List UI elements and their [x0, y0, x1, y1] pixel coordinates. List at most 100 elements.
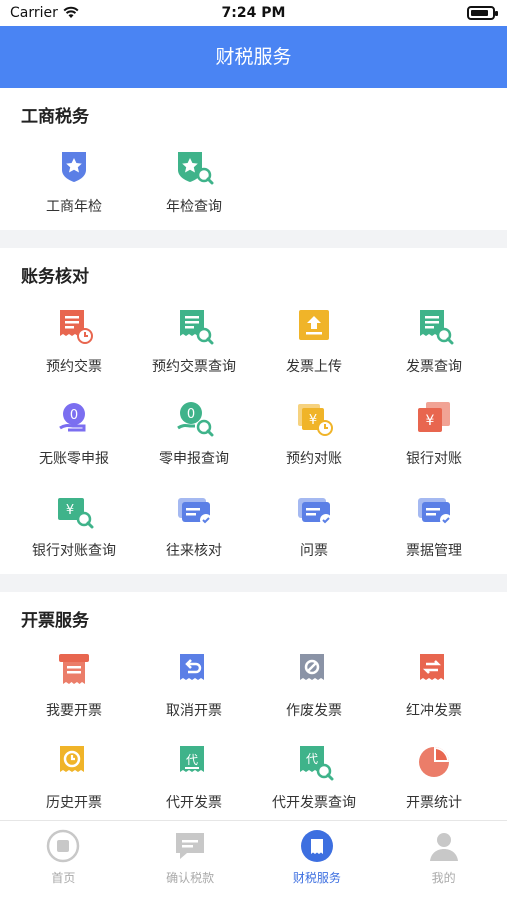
tab-service[interactable]: 财税服务	[254, 821, 381, 900]
user-icon	[427, 829, 461, 863]
service-grid: 工商年检 年检查询	[0, 138, 507, 230]
svg-text:¥: ¥	[426, 413, 435, 429]
service-label: 预约交票	[46, 359, 102, 375]
yen-clock-icon: ¥	[294, 398, 334, 438]
tab-label: 首页	[51, 871, 76, 885]
service-label: 零申报查询	[159, 451, 229, 467]
badge-star-search-icon	[174, 146, 214, 186]
tab-label: 财税服务	[292, 871, 341, 885]
section: 工商税务工商年检 年检查询	[0, 88, 507, 230]
service-label: 取消开票	[166, 703, 222, 719]
swap-receipt-icon	[414, 650, 454, 690]
receipt-upload-icon	[294, 306, 334, 346]
service-label: 红冲发票	[406, 703, 462, 719]
section-divider	[0, 574, 507, 592]
service-label: 预约交票查询	[152, 359, 236, 375]
service-label: 预约对账	[286, 451, 342, 467]
service-label: 无账零申报	[39, 451, 109, 467]
zero-search-icon: 0	[174, 398, 214, 438]
proxy-search-icon: 代	[294, 742, 334, 782]
service-label: 历史开票	[46, 795, 102, 811]
pie-chart-icon	[414, 742, 454, 782]
svg-text:0: 0	[70, 408, 78, 423]
service-item[interactable]: 发票查询	[374, 298, 494, 390]
service-item[interactable]: 代代开发票查询	[254, 734, 374, 820]
chat-icon	[173, 829, 207, 863]
tab-label: 确认税款	[166, 871, 215, 885]
status-bar: Carrier 7:24 PM	[0, 0, 507, 26]
service-item[interactable]: 取消开票	[134, 642, 254, 734]
service-label: 往来核对	[166, 543, 222, 559]
service-label: 我要开票	[46, 703, 102, 719]
service-item[interactable]: ¥ 银行对账查询	[14, 482, 134, 574]
section-title: 开票服务	[21, 611, 89, 631]
undo-receipt-icon	[174, 650, 214, 690]
service-icon	[300, 829, 334, 863]
service-item[interactable]: 红冲发票	[374, 642, 494, 734]
zero-hand-icon: 0	[54, 398, 94, 438]
service-label: 银行对账	[406, 451, 462, 467]
card-check-icon	[174, 490, 214, 530]
service-label: 开票统计	[406, 795, 462, 811]
service-item[interactable]: 0 无账零申报	[14, 390, 134, 482]
tab-chat[interactable]: 确认税款	[127, 821, 254, 900]
service-label: 发票上传	[286, 359, 342, 375]
receipt-clock-icon	[54, 306, 94, 346]
receipt-search-icon	[414, 306, 454, 346]
service-label: 银行对账查询	[32, 543, 116, 559]
svg-text:代: 代	[186, 753, 198, 767]
service-item[interactable]: 预约交票查询	[134, 298, 254, 390]
void-receipt-icon	[294, 650, 334, 690]
service-label: 作废发票	[286, 703, 342, 719]
svg-text:0: 0	[187, 407, 195, 422]
service-item[interactable]: 开票统计	[374, 734, 494, 820]
service-item[interactable]: 年检查询	[134, 138, 254, 230]
service-item[interactable]: ¥ 预约对账	[254, 390, 374, 482]
service-item[interactable]: 历史开票	[14, 734, 134, 820]
service-item[interactable]: 代代开发票	[134, 734, 254, 820]
service-item[interactable]: 发票上传	[254, 298, 374, 390]
yen-cards-icon: ¥	[414, 398, 454, 438]
service-label: 代开发票查询	[272, 795, 356, 811]
card-check-icon	[414, 490, 454, 530]
invoice-icon	[54, 650, 94, 690]
section: 开票服务 我要开票 取消开票 作废发票 红冲发票 历史开票代代开发票代代开发票查询 开票统计	[0, 592, 507, 820]
yen-search-icon: ¥	[54, 490, 94, 530]
page-title: 财税服务	[215, 46, 292, 68]
history-receipt-icon	[54, 742, 94, 782]
service-item[interactable]: 我要开票	[14, 642, 134, 734]
section-title: 工商税务	[21, 107, 89, 127]
service-item[interactable]: ¥ 银行对账	[374, 390, 494, 482]
svg-text:¥: ¥	[309, 413, 317, 428]
service-label: 代开发票	[166, 795, 222, 811]
section-divider	[0, 230, 507, 248]
service-item[interactable]: 0 零申报查询	[134, 390, 254, 482]
service-label: 发票查询	[406, 359, 462, 375]
service-item[interactable]: 预约交票	[14, 298, 134, 390]
badge-star-icon	[54, 146, 94, 186]
tab-user[interactable]: 我的	[380, 821, 507, 900]
service-list[interactable]: 工商税务工商年检 年检查询账务核对预约交票 预约交票查询 发票上传 发票查询 0 无账零申报…	[0, 88, 507, 820]
service-label: 工商年检	[46, 199, 102, 215]
tab-home[interactable]: 首页	[0, 821, 127, 900]
nav-bar: 财税服务	[0, 26, 507, 88]
receipt-search-icon	[174, 306, 214, 346]
tab-label: 我的	[431, 871, 456, 885]
card-check-icon	[294, 490, 334, 530]
service-item[interactable]: 工商年检	[14, 138, 134, 230]
battery-icon	[467, 6, 498, 20]
service-label: 问票	[300, 543, 328, 559]
tab-bar: 首页 确认税款 财税服务 我的	[0, 820, 507, 900]
service-label: 年检查询	[166, 199, 222, 215]
clock: 7:24 PM	[221, 5, 286, 21]
svg-text:代: 代	[306, 752, 318, 766]
home-icon	[46, 829, 80, 863]
service-item[interactable]: 票据管理	[374, 482, 494, 574]
section-title: 账务核对	[21, 267, 89, 287]
service-item[interactable]: 作废发票	[254, 642, 374, 734]
service-item[interactable]: 问票	[254, 482, 374, 574]
svg-text:¥: ¥	[66, 503, 74, 518]
proxy-receipt-icon: 代	[174, 742, 214, 782]
service-grid: 预约交票 预约交票查询 发票上传 发票查询 0 无账零申报 0 零申报查询 ¥ 预约对账 ¥ 银行对账…	[0, 298, 507, 574]
service-item[interactable]: 往来核对	[134, 482, 254, 574]
